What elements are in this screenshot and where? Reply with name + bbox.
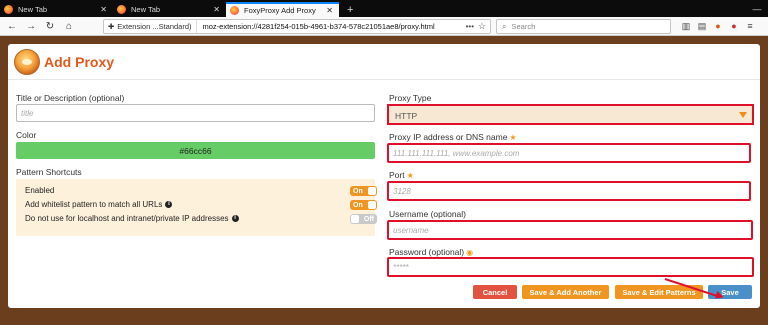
firefox-icon	[4, 5, 13, 14]
color-label: Color	[16, 130, 37, 140]
shortcut-row: Add whitelist pattern to match all URLs …	[25, 200, 173, 209]
shortcut-label: Do not use for localhost and intranet/pr…	[25, 214, 229, 223]
port-input[interactable]: 3128	[387, 181, 751, 201]
ip-label: Proxy IP address or DNS name ★	[389, 132, 517, 142]
enabled-toggle[interactable]: On	[350, 186, 377, 196]
pattern-shortcuts-box: Enabled On Add whitelist pattern to matc…	[16, 179, 377, 236]
username-input[interactable]: username	[387, 220, 753, 240]
ip-label-text: Proxy IP address or DNS name	[389, 132, 508, 142]
url-bar[interactable]: ✚ Extension ...Standard) moz-extension:/…	[103, 19, 491, 34]
back-icon[interactable]: ←	[5, 19, 19, 33]
extension-icon[interactable]: ●	[728, 19, 740, 33]
window-controls: —	[746, 0, 768, 17]
proxy-type-select[interactable]: HTTP	[387, 104, 754, 125]
close-tab-icon[interactable]: ✕	[100, 5, 107, 14]
minimize-icon[interactable]: —	[746, 0, 768, 17]
dropdown-caret-icon	[739, 112, 747, 118]
close-tab-icon[interactable]: ✕	[213, 5, 220, 14]
url-text: moz-extension://4281f254-015b-4961-b374-…	[202, 22, 435, 31]
tab-label: FoxyProxy Add Proxy	[244, 6, 316, 15]
browser-tab[interactable]: New Tab ✕	[113, 2, 226, 17]
nav-bar: ← → ↻ ⌂ ✚ Extension ...Standard) moz-ext…	[0, 17, 768, 36]
required-star-icon: ★	[509, 133, 517, 142]
whitelist-toggle[interactable]: On	[350, 200, 377, 210]
username-label: Username (optional)	[389, 209, 467, 219]
library-icon[interactable]: ▥	[680, 19, 692, 33]
reload-icon[interactable]: ↻	[43, 19, 57, 33]
info-icon[interactable]: i	[165, 201, 173, 208]
page-title: Add Proxy	[44, 54, 115, 70]
foxyproxy-icon	[230, 6, 239, 15]
puzzle-icon: ✚	[108, 22, 115, 31]
tab-label: New Tab	[18, 5, 48, 14]
add-proxy-panel: Add Proxy Title or Description (optional…	[8, 44, 760, 308]
localhost-toggle[interactable]: Off	[350, 214, 377, 224]
foxyproxy-logo	[14, 49, 40, 75]
browser-tab[interactable]: New Tab ✕	[0, 2, 113, 17]
password-label: Password (optional) ◉	[389, 247, 473, 257]
shortcuts-label: Pattern Shortcuts	[16, 167, 82, 177]
toolbar-icons: ▥ ▤ ● ● ≡	[680, 19, 756, 33]
sidebar-icon[interactable]: ▤	[696, 19, 708, 33]
foxyproxy-toolbar-icon[interactable]: ●	[712, 19, 724, 33]
save-add-another-button[interactable]: Save & Add Another	[522, 285, 609, 299]
home-icon[interactable]: ⌂	[62, 19, 76, 33]
color-picker[interactable]: #66cc66	[16, 142, 375, 159]
password-label-text: Password (optional)	[389, 247, 465, 257]
shortcut-label: Add whitelist pattern to match all URLs	[25, 200, 163, 209]
shortcut-label: Enabled	[25, 186, 55, 195]
title-label: Title or Description (optional)	[16, 93, 125, 103]
search-box[interactable]: ⌕ Search	[496, 19, 671, 34]
password-input[interactable]: *****	[387, 257, 754, 277]
shortcut-row: Do not use for localhost and intranet/pr…	[25, 214, 239, 223]
close-tab-icon[interactable]: ✕	[326, 6, 333, 15]
browser-tab-active[interactable]: FoxyProxy Add Proxy ✕	[226, 2, 339, 17]
firefox-icon	[117, 5, 126, 14]
page-actions-icon[interactable]: •••	[466, 22, 474, 31]
title-input[interactable]: title	[16, 104, 375, 122]
proxy-type-label: Proxy Type	[389, 93, 432, 103]
tab-label: New Tab	[131, 5, 161, 14]
proxy-ip-input[interactable]: 111.111.111.111, www.example.com	[387, 143, 751, 163]
search-placeholder: Search	[511, 22, 536, 31]
extension-label: Extension ...Standard)	[117, 22, 192, 31]
port-label-text: Port	[389, 170, 405, 180]
new-tab-icon[interactable]: +	[339, 2, 361, 17]
tab-bar: New Tab ✕ New Tab ✕ FoxyProxy Add Proxy …	[0, 0, 768, 17]
search-icon: ⌕	[502, 21, 507, 31]
panel-header: Add Proxy	[8, 44, 760, 80]
bookmark-star-icon[interactable]: ☆	[478, 21, 486, 32]
extension-identity[interactable]: ✚ Extension ...Standard)	[104, 20, 197, 33]
port-label: Port ★	[389, 170, 414, 180]
cancel-button[interactable]: Cancel	[473, 285, 517, 299]
shortcut-row: Enabled	[25, 186, 54, 195]
forward-icon[interactable]: →	[24, 19, 38, 33]
menu-icon[interactable]: ≡	[744, 19, 756, 33]
info-icon[interactable]: i	[231, 215, 239, 222]
annotation-arrowhead	[714, 290, 726, 302]
proxy-type-value: HTTP	[395, 111, 418, 121]
eye-icon[interactable]: ◉	[466, 248, 473, 257]
required-star-icon: ★	[406, 171, 414, 180]
